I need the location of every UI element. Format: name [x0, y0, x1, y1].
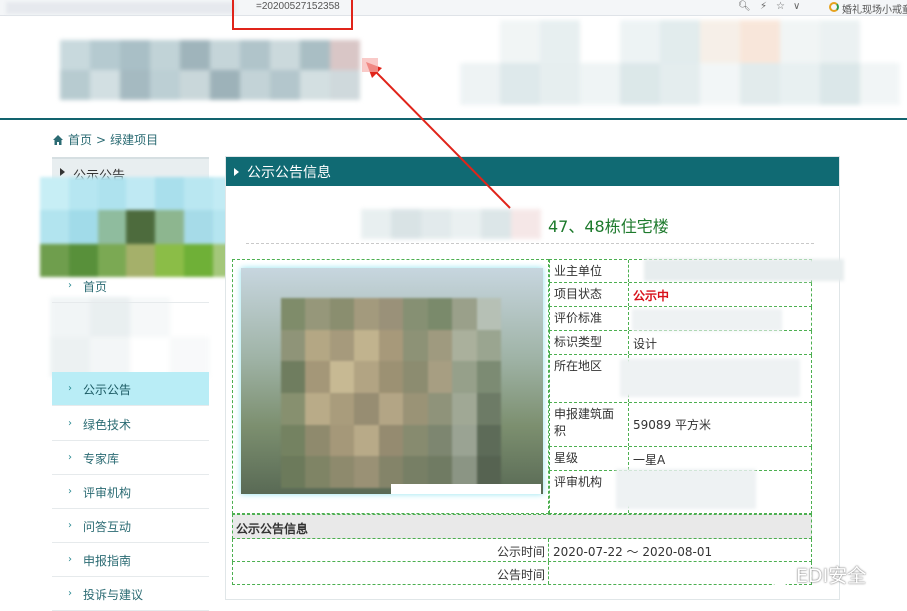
caret-right-icon [60, 168, 65, 176]
announcement-panel: 公示公告信息 47、48栋住宅楼 业主单位 项目状态 公示中 评价标准 标识类型… [225, 156, 844, 600]
status-value: 公示中 [633, 289, 670, 303]
redacted-site-logo [60, 40, 360, 100]
extension-logo-icon[interactable] [829, 2, 839, 12]
sidebar-item-home[interactable]: › 首页 [52, 269, 209, 303]
chevron-right-icon: › [68, 588, 72, 599]
field-label: 业主单位 [549, 260, 629, 282]
field-row-label-type: 标识类型 设计 [549, 331, 812, 355]
field-label: 项目状态 [549, 283, 629, 306]
sidebar-item-guide[interactable]: › 申报指南 [52, 543, 209, 577]
zoom-icon[interactable]: 🔍︎ [738, 1, 751, 12]
field-value: 59089 平方米 [633, 418, 711, 432]
notice-value: 2020-07-22 ～ 2020-08-01 [553, 545, 713, 559]
photo-caption-strip [391, 484, 541, 494]
field-row-status: 项目状态 公示中 [549, 283, 812, 307]
sidebar-item-label: 评审机构 [83, 486, 132, 500]
notice-label: 公告时间 [233, 562, 549, 584]
wechat-icon [759, 563, 790, 586]
redacted-region [620, 359, 800, 397]
notice-section-header: 公示公告信息 [232, 514, 812, 539]
redacted-url-prefix [6, 2, 236, 14]
panel-header-label: 公示公告信息 [247, 165, 331, 181]
field-label: 申报建筑面积 [549, 403, 629, 446]
project-photo-cell [232, 259, 549, 514]
chevron-right-icon: › [68, 554, 72, 565]
home-icon[interactable] [52, 134, 64, 146]
breadcrumb-separator: > [96, 132, 107, 147]
sidebar-item-green-tech[interactable]: › 绿色技术 [52, 407, 209, 441]
project-rendering-image [241, 268, 543, 494]
chevron-right-icon: › [68, 383, 72, 394]
redacted-standard [632, 309, 782, 331]
redacted-agency [616, 469, 756, 509]
chevron-right-icon: › [68, 452, 72, 463]
chevron-right-icon: › [68, 520, 72, 531]
chevron-right-icon: › [68, 418, 72, 429]
url-highlight-box [232, 0, 353, 30]
sidebar-item-label: 专家库 [83, 452, 120, 466]
field-value: 一星A [633, 453, 666, 467]
sidebar-item-label: 投诉与建议 [83, 588, 144, 602]
field-label: 评价标准 [549, 307, 629, 330]
redacted-rendering [281, 298, 501, 488]
redacted-project-name [361, 209, 541, 239]
chevron-right-icon: › [68, 280, 72, 291]
field-row-rating: 星级 一星A [549, 447, 812, 471]
sidebar-item-announcements[interactable]: › 公示公告 [52, 372, 209, 406]
browser-toolbar: =20200527152358 🔍︎ ⚡︎ ☆ ∨ 婚礼现场小戒童 [0, 0, 907, 16]
field-label: 所在地区 [549, 355, 629, 402]
sidebar-item-label: 绿色技术 [83, 418, 132, 432]
notice-row-announce-time: 公告时间 [232, 562, 812, 585]
title-divider [246, 243, 814, 244]
sidebar-item-review-agencies[interactable]: › 评审机构 [52, 475, 209, 509]
notice-row-publicity-period: 公示时间 2020-07-22 ～ 2020-08-01 [232, 539, 812, 562]
extension-text[interactable]: 婚礼现场小戒童 [842, 1, 907, 16]
section-title: 公示公告信息 [236, 522, 309, 536]
project-info-table: 业主单位 项目状态 公示中 评价标准 标识类型 设计 所在地区 申报建筑面积 5… [232, 259, 844, 585]
sidebar-item-label: 公示公告 [83, 383, 132, 397]
redacted-sidebar-block [50, 297, 210, 377]
field-row-area: 申报建筑面积 59089 平方米 [549, 403, 812, 447]
sidebar-item-qa[interactable]: › 问答互动 [52, 509, 209, 543]
watermark-text: EDI安全 [796, 565, 867, 587]
field-label: 标识类型 [549, 331, 629, 354]
sidebar-item-label: 首页 [83, 280, 108, 294]
sidebar: 公示公告 › 首页 › 公示公告 › 绿色技术 › 专家库 › 评审机构 › 问… [40, 157, 270, 611]
notice-label: 公示时间 [233, 539, 549, 561]
caret-right-icon [234, 168, 239, 176]
redacted-owner [644, 259, 844, 281]
star-icon[interactable]: ☆ [776, 1, 785, 12]
sidebar-item-experts[interactable]: › 专家库 [52, 441, 209, 475]
breadcrumb-home[interactable]: 首页 [68, 131, 92, 148]
chevron-down-icon[interactable]: ∨ [793, 1, 800, 12]
sidebar-item-label: 问答互动 [83, 520, 132, 534]
chevron-right-icon: › [68, 486, 72, 497]
field-value: 设计 [633, 337, 658, 351]
panel-header: 公示公告信息 [226, 157, 839, 186]
project-title: 47、48栋住宅楼 [548, 217, 669, 236]
breadcrumb: 首页 > 绿建项目 [52, 131, 158, 148]
sidebar-item-label: 申报指南 [83, 554, 132, 568]
field-label: 星级 [549, 447, 629, 470]
redacted-header-text [460, 20, 900, 105]
watermark: EDI安全 [758, 561, 866, 588]
lightning-icon[interactable]: ⚡︎ [760, 1, 767, 12]
breadcrumb-current[interactable]: 绿建项目 [110, 131, 158, 148]
header-divider [0, 118, 907, 120]
sidebar-item-feedback[interactable]: › 投诉与建议 [52, 577, 209, 611]
